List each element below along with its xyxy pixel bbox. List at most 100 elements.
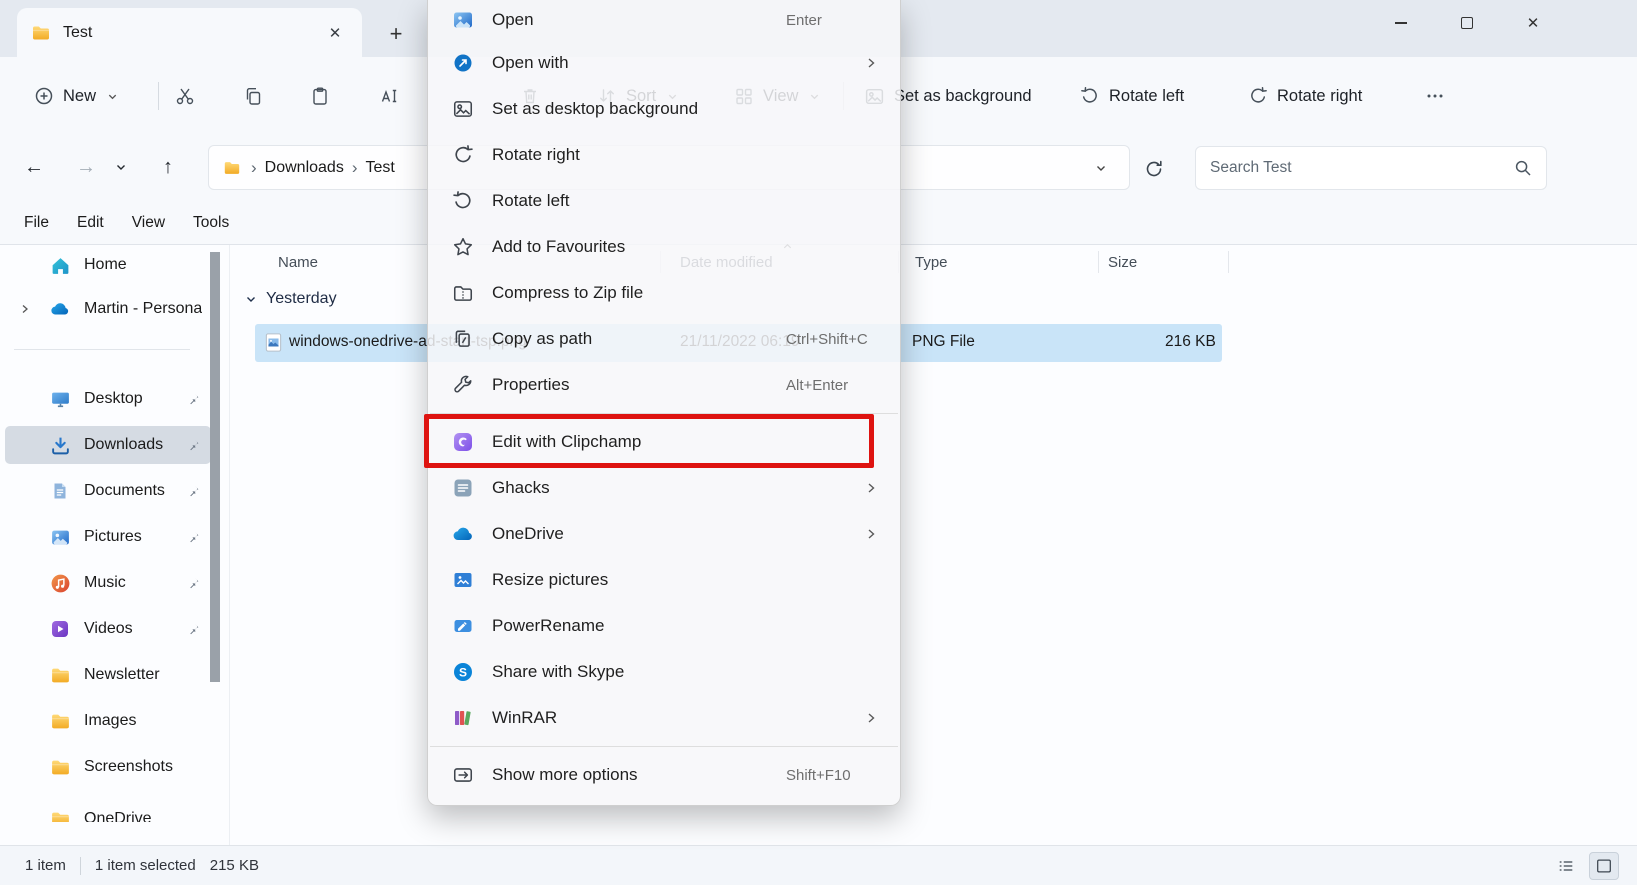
context-menu-item-powerrename[interactable]: PowerRename xyxy=(428,603,900,649)
back-button[interactable]: ← xyxy=(16,149,52,185)
onedrive-cloud-icon xyxy=(450,524,476,544)
forward-button[interactable]: → xyxy=(68,149,104,185)
submenu-chevron-icon xyxy=(864,481,878,495)
search-input[interactable] xyxy=(1210,159,1514,177)
column-type[interactable]: Type xyxy=(915,254,948,271)
menu-edit[interactable]: Edit xyxy=(67,209,114,237)
history-chevron-button[interactable] xyxy=(108,149,134,185)
breadcrumb-test[interactable]: Test xyxy=(360,157,401,179)
context-menu-item-resize-pictures[interactable]: Resize pictures xyxy=(428,557,900,603)
copy-button[interactable] xyxy=(233,76,273,116)
resize-pictures-icon xyxy=(450,569,476,591)
rotate-left-icon xyxy=(450,190,476,212)
sidebar-item-images[interactable]: Images xyxy=(5,702,211,740)
folder-icon xyxy=(49,665,71,686)
column-name[interactable]: Name xyxy=(278,254,318,271)
sidebar-divider xyxy=(14,349,190,350)
rotate-left-button[interactable]: Rotate left xyxy=(1068,74,1196,118)
star-icon xyxy=(450,236,476,258)
pin-icon xyxy=(186,392,200,406)
sidebar-item-downloads[interactable]: Downloads xyxy=(5,426,211,464)
context-menu-item-rotate-right[interactable]: Rotate right xyxy=(428,132,900,178)
rename-button[interactable] xyxy=(370,76,410,116)
minimize-icon xyxy=(1395,22,1407,24)
sidebar-item-videos[interactable]: Videos xyxy=(5,610,211,648)
videos-icon xyxy=(49,619,71,639)
copy-path-icon xyxy=(450,328,476,350)
sidebar-item-desktop[interactable]: Desktop xyxy=(5,380,211,418)
sidebar-item-music[interactable]: Music xyxy=(5,564,211,602)
sidebar-item-pictures[interactable]: Pictures xyxy=(5,518,211,556)
group-header-yesterday[interactable]: Yesterday xyxy=(245,290,337,308)
search-box[interactable] xyxy=(1195,146,1547,190)
status-bar: 1 item 1 item selected 215 KB xyxy=(0,845,1637,885)
collapse-chevron-icon[interactable] xyxy=(245,293,257,305)
context-menu-item-show-more-options[interactable]: Show more options Shift+F10 xyxy=(428,752,900,798)
submenu-chevron-icon xyxy=(864,56,878,70)
pin-icon xyxy=(186,438,200,452)
sidebar-item-home[interactable]: Home xyxy=(5,246,211,284)
maximize-button[interactable] xyxy=(1434,0,1500,46)
column-separator[interactable] xyxy=(1228,251,1229,273)
new-tab-button[interactable]: + xyxy=(380,18,412,50)
pictures-icon xyxy=(49,527,71,548)
cut-button[interactable] xyxy=(165,76,205,116)
refresh-button[interactable] xyxy=(1138,153,1170,185)
menu-file[interactable]: File xyxy=(14,209,59,237)
context-menu-item-properties[interactable]: Properties Alt+Enter xyxy=(428,362,900,408)
context-menu-item-share-with-skype[interactable]: S Share with Skype xyxy=(428,649,900,695)
context-menu-item-open[interactable]: Open Enter xyxy=(428,0,900,40)
context-menu-item-winrar[interactable]: WinRAR xyxy=(428,695,900,741)
context-menu-item-add-to-favourites[interactable]: Add to Favourites xyxy=(428,224,900,270)
search-icon xyxy=(1514,159,1532,177)
context-menu-item-rotate-left[interactable]: Rotate left xyxy=(428,178,900,224)
home-icon xyxy=(49,255,71,276)
rotate-left-icon xyxy=(1080,86,1100,106)
open-with-icon xyxy=(450,52,476,74)
column-separator[interactable] xyxy=(1098,251,1099,273)
paste-button[interactable] xyxy=(300,76,340,116)
menu-tools[interactable]: Tools xyxy=(183,209,239,237)
toolbar-separator xyxy=(158,82,159,110)
up-button[interactable]: ↑ xyxy=(150,149,186,185)
new-button[interactable]: New xyxy=(22,74,130,118)
folder-icon xyxy=(49,711,71,732)
onedrive-cloud-icon xyxy=(49,299,71,319)
context-menu-item-ghacks[interactable]: Ghacks xyxy=(428,465,900,511)
address-dropdown-icon[interactable] xyxy=(1095,162,1115,174)
rotate-right-icon xyxy=(450,144,476,166)
tab-close-icon[interactable]: ✕ xyxy=(322,20,348,46)
context-menu-item-copy-as-path[interactable]: Copy as path Ctrl+Shift+C xyxy=(428,316,900,362)
context-menu-item-open-with[interactable]: Open with xyxy=(428,40,900,86)
folder-icon xyxy=(31,23,51,43)
rotate-right-button[interactable]: Rotate right xyxy=(1236,74,1374,118)
sidebar-item-newsletter[interactable]: Newsletter xyxy=(5,656,211,694)
column-size[interactable]: Size xyxy=(1108,254,1137,271)
close-button[interactable]: ✕ xyxy=(1500,0,1566,46)
expand-chevron-icon[interactable] xyxy=(19,290,31,328)
sidebar-scrollbar[interactable] xyxy=(210,252,220,682)
chevron-down-icon xyxy=(107,91,118,102)
sidebar-item-screenshots[interactable]: Screenshots xyxy=(5,748,211,786)
pin-icon xyxy=(186,484,200,498)
menu-view[interactable]: View xyxy=(122,209,175,237)
sidebar-item-onedrive-folder[interactable]: OneDrive xyxy=(5,800,211,822)
sidebar-item-onedrive-account[interactable]: Martin - Persona xyxy=(5,290,211,328)
breadcrumb-downloads[interactable]: Downloads xyxy=(259,157,350,179)
explorer-tab[interactable]: Test ✕ xyxy=(17,8,362,57)
powerrename-icon xyxy=(450,615,476,637)
minimize-button[interactable] xyxy=(1368,0,1434,46)
folder-icon xyxy=(223,159,241,177)
zip-folder-icon xyxy=(450,282,476,304)
desktop-icon xyxy=(49,389,71,410)
submenu-chevron-icon xyxy=(864,711,878,725)
context-menu-item-onedrive[interactable]: OneDrive xyxy=(428,511,900,557)
thumbnail-view-button[interactable] xyxy=(1589,852,1619,880)
sidebar-item-documents[interactable]: Documents xyxy=(5,472,211,510)
context-menu-item-set-as-desktop-background[interactable]: Set as desktop background xyxy=(428,86,900,132)
svg-text:S: S xyxy=(459,665,467,679)
file-explorer-window: Test ✕ + ✕ New xyxy=(0,0,1637,885)
more-options-button[interactable] xyxy=(1415,76,1455,116)
context-menu-item-compress-to-zip[interactable]: Compress to Zip file xyxy=(428,270,900,316)
details-view-button[interactable] xyxy=(1551,852,1581,880)
